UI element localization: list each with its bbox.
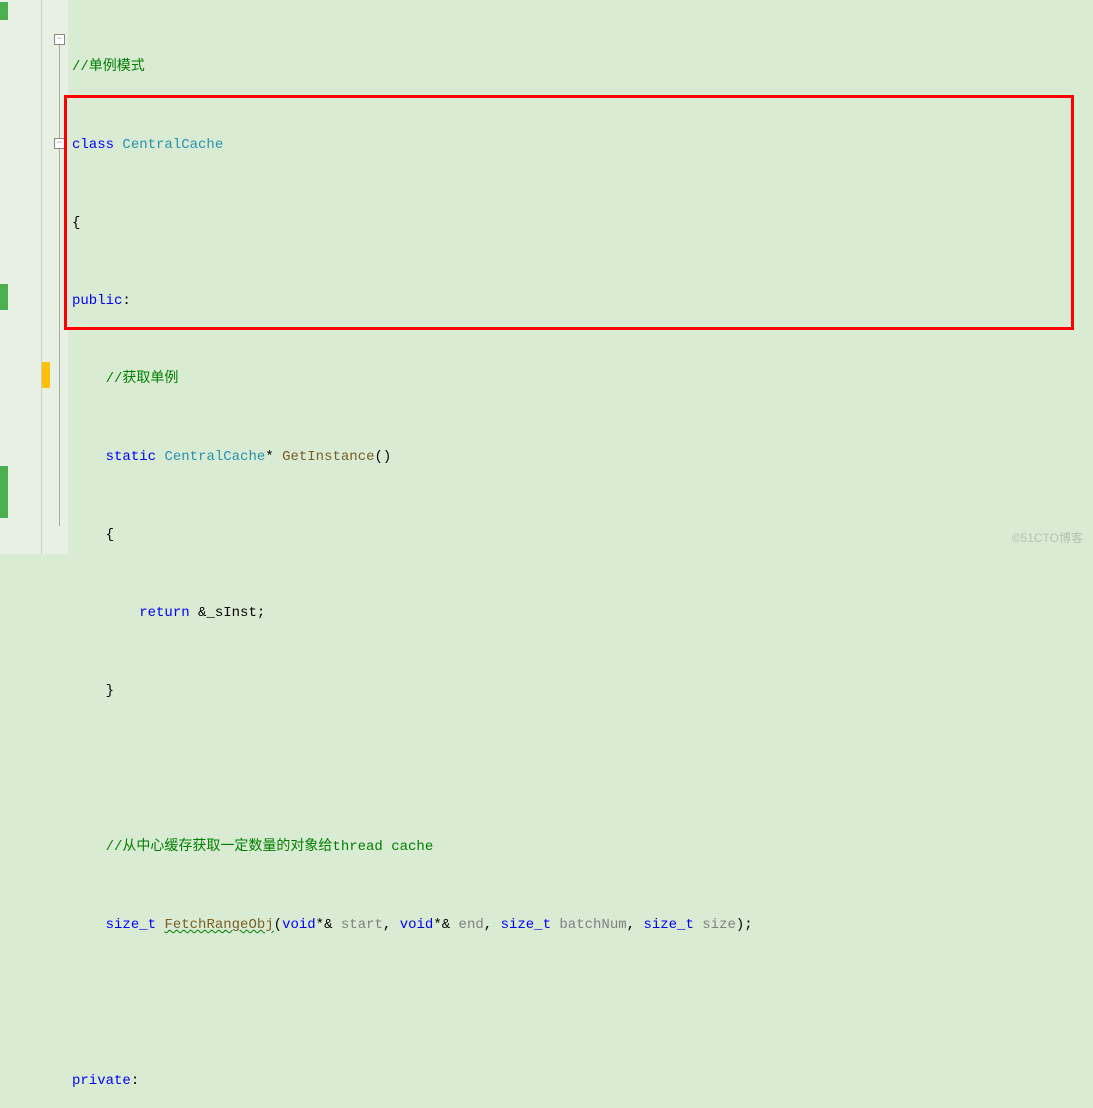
type-name: void — [400, 917, 434, 933]
type-name: CentralCache — [122, 137, 223, 153]
keyword: class — [72, 137, 114, 153]
fold-toggle-icon[interactable]: − — [54, 34, 65, 45]
type-name: size_t — [501, 917, 551, 933]
fold-column: − − — [52, 0, 68, 554]
keyword: static — [106, 449, 156, 465]
keyword: private — [72, 1073, 131, 1089]
code-editor[interactable]: − − //单例模式 class CentralCache { public: … — [0, 0, 1093, 554]
type-name: CentralCache — [164, 449, 265, 465]
type-name: size_t — [106, 917, 156, 933]
function-name: GetInstance — [282, 449, 374, 465]
change-markers-column-2 — [42, 0, 52, 554]
comment: //单例模式 — [72, 59, 145, 75]
keyword: return — [139, 605, 189, 621]
line-number-gutter — [12, 0, 42, 554]
change-markers-column — [0, 0, 12, 554]
fold-toggle-icon[interactable]: − — [54, 138, 65, 149]
type-name: size_t — [643, 917, 693, 933]
parameter: batchNum — [559, 917, 626, 933]
brace: { — [72, 215, 80, 231]
watermark: ©51CTO博客 — [1012, 529, 1083, 546]
brace: } — [106, 683, 114, 699]
comment: //获取单例 — [106, 371, 179, 387]
parameter: start — [341, 917, 383, 933]
parameter: size — [702, 917, 736, 933]
comment: //从中心缓存获取一定数量的对象给thread cache — [106, 839, 434, 855]
type-name: void — [282, 917, 316, 933]
function-name: FetchRangeObj — [164, 917, 273, 933]
brace: { — [106, 527, 114, 543]
code-area[interactable]: //单例模式 class CentralCache { public: //获取… — [68, 0, 1093, 554]
identifier: &_sInst; — [198, 605, 265, 621]
parameter: end — [459, 917, 484, 933]
keyword: public — [72, 293, 122, 309]
